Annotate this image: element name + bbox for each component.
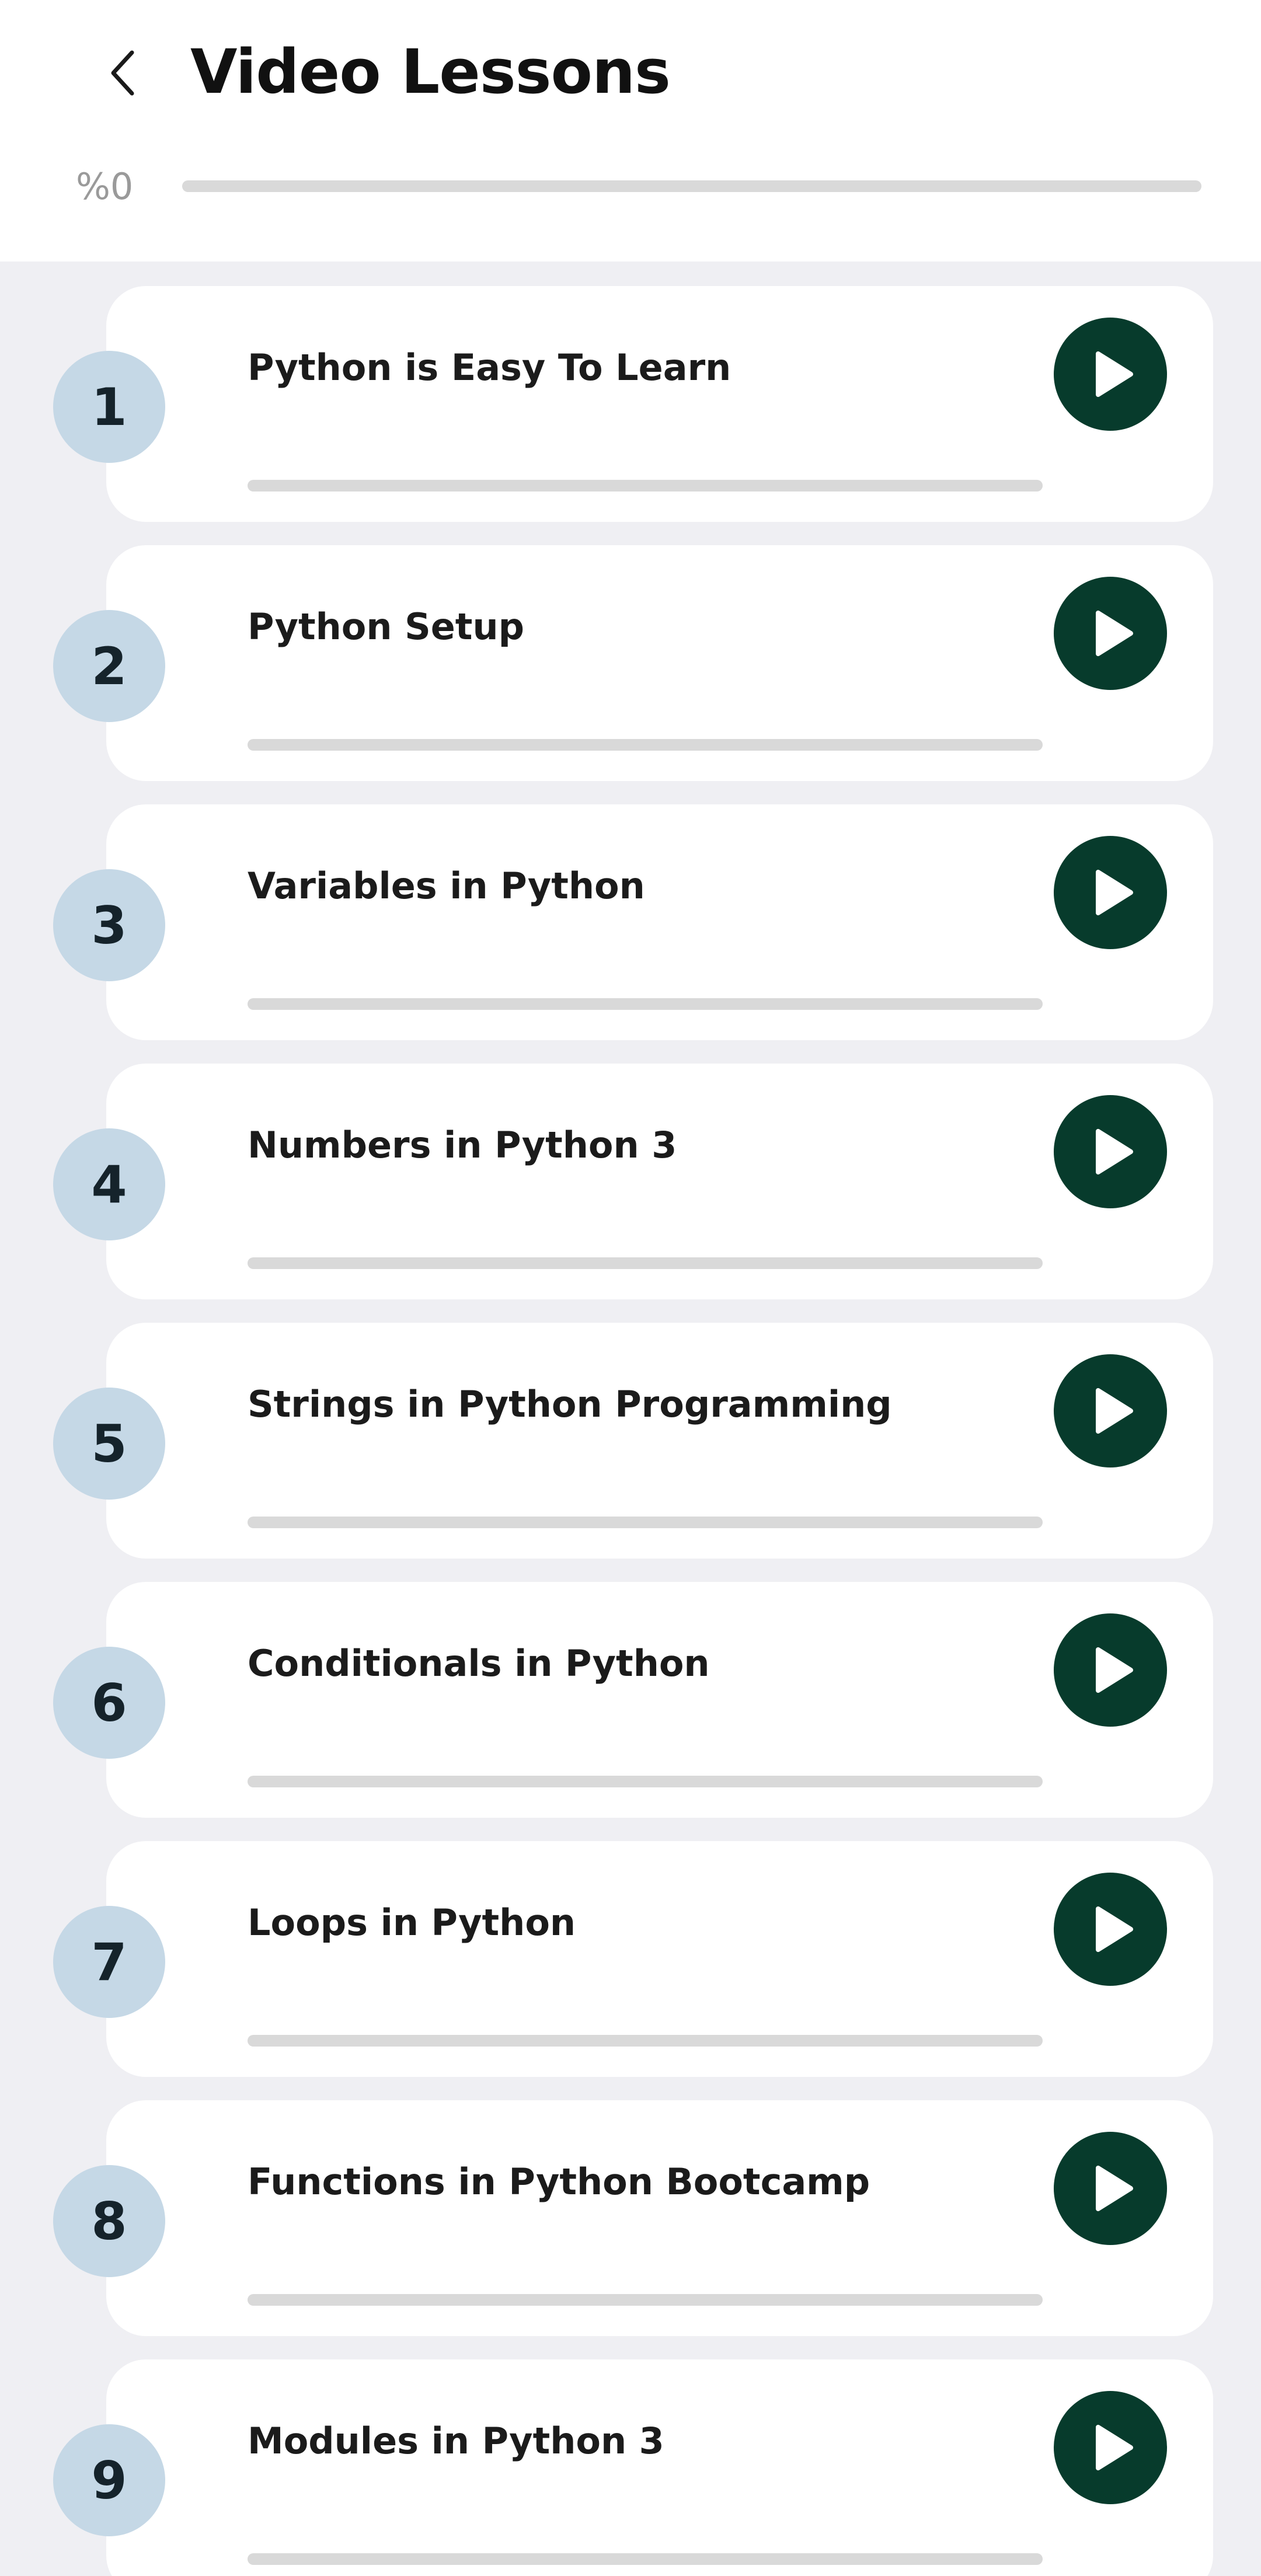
page-title: Video Lessons [190, 36, 671, 107]
lesson-item[interactable]: 9 Modules in Python 3 [0, 2359, 1261, 2576]
play-icon [1096, 351, 1133, 397]
play-button[interactable] [1054, 2132, 1167, 2245]
play-icon [1096, 1129, 1133, 1174]
play-icon [1096, 2425, 1133, 2470]
play-button[interactable] [1054, 1873, 1167, 1986]
lesson-item[interactable]: 4 Numbers in Python 3 [0, 1064, 1261, 1299]
play-icon [1096, 2166, 1133, 2211]
header: Video Lessons %0 [0, 0, 1261, 262]
lesson-progress-bar [248, 739, 1043, 751]
chevron-left-icon [111, 50, 134, 96]
play-button[interactable] [1054, 836, 1167, 949]
play-icon [1096, 870, 1133, 915]
lesson-item[interactable]: 2 Python Setup [0, 545, 1261, 781]
lesson-number-badge: 8 [53, 2165, 165, 2277]
play-button[interactable] [1054, 1354, 1167, 1467]
lesson-title: Conditionals in Python [248, 1642, 710, 1685]
play-button[interactable] [1054, 1095, 1167, 1208]
lesson-item[interactable]: 6 Conditionals in Python [0, 1582, 1261, 1818]
lesson-progress-bar [248, 1776, 1043, 1787]
lesson-title: Strings in Python Programming [248, 1383, 892, 1425]
lesson-title: Loops in Python [248, 1901, 576, 1944]
lesson-progress-bar [248, 998, 1043, 1010]
play-button[interactable] [1054, 1613, 1167, 1727]
lesson-title: Numbers in Python 3 [248, 1124, 677, 1166]
play-button[interactable] [1054, 318, 1167, 431]
lesson-number-badge: 3 [53, 869, 165, 981]
lesson-number-badge: 6 [53, 1647, 165, 1759]
play-button[interactable] [1054, 2391, 1167, 2504]
back-button[interactable] [88, 23, 158, 123]
lesson-number-badge: 4 [53, 1128, 165, 1240]
lesson-card[interactable] [106, 2359, 1213, 2576]
lesson-title: Python is Easy To Learn [248, 346, 731, 389]
lesson-item[interactable]: 5 Strings in Python Programming [0, 1323, 1261, 1559]
lesson-item[interactable]: 3 Variables in Python [0, 804, 1261, 1040]
lesson-title: Variables in Python [248, 865, 645, 907]
lesson-progress-bar [248, 2294, 1043, 2306]
lesson-number-badge: 1 [53, 351, 165, 463]
lesson-progress-bar [248, 1517, 1043, 1528]
play-icon [1096, 611, 1133, 656]
lesson-progress-bar [248, 1257, 1043, 1269]
play-button[interactable] [1054, 577, 1167, 690]
overall-progress-bar [182, 180, 1201, 192]
lesson-progress-bar [248, 2035, 1043, 2047]
lesson-title: Modules in Python 3 [248, 2420, 664, 2462]
play-icon [1096, 1388, 1133, 1434]
lesson-item[interactable]: 7 Loops in Python [0, 1841, 1261, 2077]
overall-progress-label: %0 [76, 165, 134, 208]
lesson-number-badge: 5 [53, 1388, 165, 1500]
lesson-number-badge: 7 [53, 1906, 165, 2018]
lesson-title: Functions in Python Bootcamp [248, 2160, 870, 2203]
lesson-item[interactable]: 8 Functions in Python Bootcamp [0, 2100, 1261, 2336]
lesson-progress-bar [248, 2553, 1043, 2565]
lesson-number-badge: 9 [53, 2424, 165, 2536]
play-icon [1096, 1906, 1133, 1952]
lesson-title: Python Setup [248, 605, 524, 648]
lesson-item[interactable]: 1 Python is Easy To Learn [0, 286, 1261, 522]
lesson-number-badge: 2 [53, 610, 165, 722]
lesson-progress-bar [248, 480, 1043, 492]
play-icon [1096, 1647, 1133, 1693]
